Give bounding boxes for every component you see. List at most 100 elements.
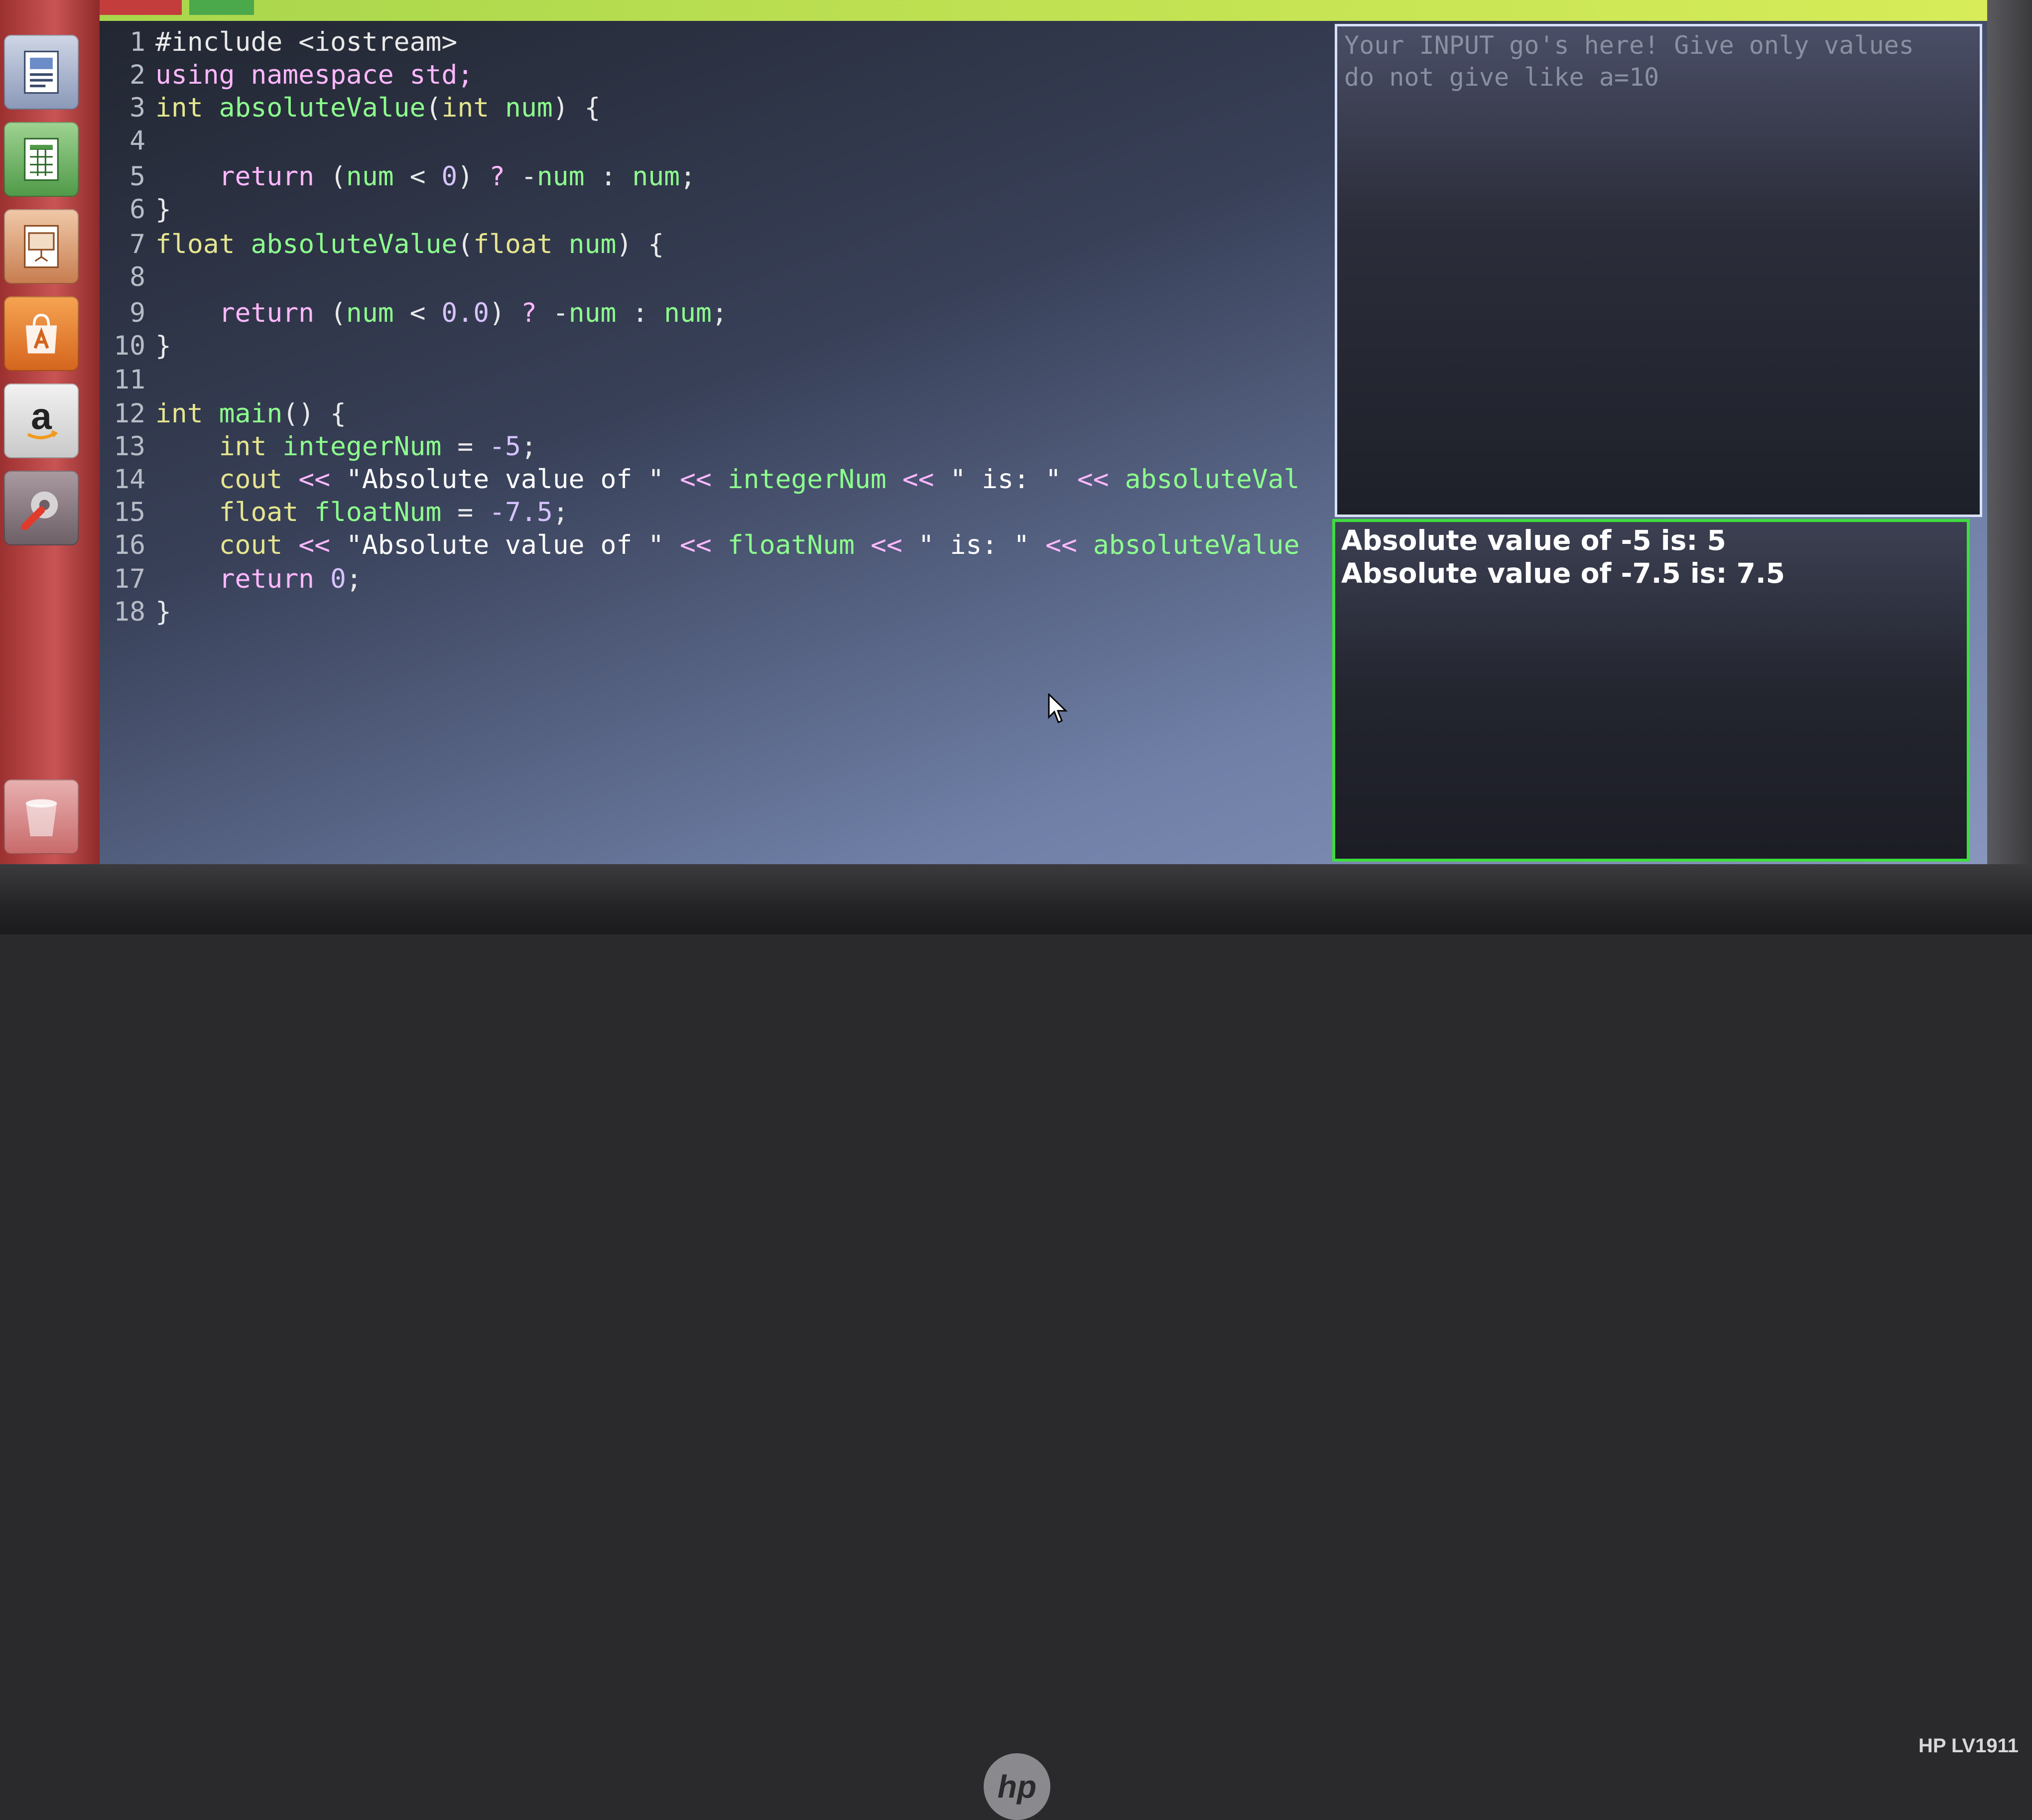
launcher-impress-button[interactable] (4, 209, 79, 284)
code-token: num (664, 298, 712, 328)
input-placeholder-line: do not give like a=10 (1344, 63, 1659, 92)
stdin-input-pane[interactable]: Your INPUT go's here! Give only values d… (1335, 24, 1982, 517)
code-line: 10} (100, 330, 171, 363)
code-token: ; (680, 161, 696, 192)
code-token: < (393, 161, 442, 192)
code-token: ) (457, 161, 490, 192)
code-token: ; (346, 564, 362, 594)
line-number: 3 (129, 93, 145, 123)
launcher-writer-button[interactable] (4, 35, 79, 110)
code-token: () { (282, 398, 346, 429)
window-top-strip (87, 0, 1987, 21)
top-strip-green-tab[interactable] (189, 0, 254, 15)
code-token: int (155, 93, 203, 123)
code-token: << (1029, 530, 1093, 560)
code-token: cout (219, 530, 283, 560)
code-token: int (219, 431, 267, 462)
monitor-bezel-right (1987, 0, 2032, 864)
code-token: main (219, 398, 283, 429)
wrench-gear-icon (21, 491, 58, 530)
mouse-pointer-icon (1048, 693, 1068, 723)
code-token: " is: " (918, 530, 1030, 560)
code-token: } (155, 194, 171, 225)
program-output-pane: Absolute value of -5 is: 5 Absolute valu… (1332, 519, 1970, 862)
code-token: 0 (314, 564, 346, 594)
code-token: ; (520, 431, 537, 462)
code-token: return (219, 298, 315, 328)
hp-logo: hp (984, 1753, 1050, 1820)
code-token: - (505, 161, 537, 192)
code-token: num (552, 229, 617, 260)
code-line: 4 (100, 125, 155, 157)
code-token: floatNum (298, 497, 442, 527)
code-token: int (155, 398, 203, 429)
code-token: << (664, 530, 728, 560)
code-token: int (441, 93, 490, 123)
line-number: 1 (129, 27, 145, 57)
launcher-system-settings-button[interactable] (4, 471, 79, 545)
code-token: << (282, 530, 346, 560)
code-token: << (664, 464, 728, 495)
code-token: ( (314, 298, 346, 328)
trash-icon (25, 799, 57, 836)
amazon-glyph: a (31, 395, 52, 437)
input-placeholder-line: Your INPUT go's here! Give only values (1344, 31, 1914, 60)
code-line: 17 return 0; (100, 563, 362, 596)
code-token: num (536, 161, 585, 192)
code-line: 11 (100, 364, 155, 396)
code-token: << (886, 464, 950, 495)
code-line: 3 int absoluteValue(int num) { (100, 92, 601, 125)
presentation-icon (24, 225, 59, 268)
code-token: absoluteValue (219, 93, 426, 123)
line-number: 18 (114, 597, 145, 627)
document-icon (24, 50, 59, 94)
code-token: 0 (441, 161, 458, 192)
code-token: - (536, 298, 569, 328)
code-token: absoluteValue (251, 229, 458, 260)
code-token: "Absolute value of " (346, 530, 664, 560)
code-editor[interactable]: 1 #include <iostream> 2 using namespace st… (100, 21, 1330, 862)
launcher-calc-button[interactable] (4, 122, 79, 197)
code-line: 9 return (num < 0.0) ? -num : num; (100, 297, 728, 330)
code-token: ? (489, 161, 506, 192)
code-token: < (393, 298, 442, 328)
launcher-trash-button[interactable] (4, 780, 79, 854)
output-line: Absolute value of -7.5 is: 7.5 (1341, 557, 1785, 589)
code-token: integerNum (266, 431, 442, 462)
code-line: 18} (100, 596, 171, 629)
code-token: return (219, 161, 315, 192)
code-token: = (441, 497, 490, 527)
code-line: 7 float absoluteValue(float num) { (100, 228, 664, 261)
line-number: 2 (129, 60, 145, 90)
code-token: = (441, 431, 490, 462)
code-token: float (155, 229, 235, 260)
code-line: 12 int main() { (100, 397, 346, 430)
code-token: } (155, 597, 171, 627)
launcher-amazon-button[interactable]: a (4, 384, 79, 458)
code-token: -5 (489, 431, 521, 462)
shopping-bag-icon (25, 313, 57, 354)
code-token: : (616, 298, 664, 328)
code-token: ) { (552, 93, 601, 123)
monitor-model-label: HP LV1911 (1918, 1735, 2019, 1757)
code-token: float (219, 497, 299, 527)
code-token: ; (711, 298, 728, 328)
code-token: ? (520, 298, 537, 328)
top-strip-red-tab[interactable] (87, 0, 182, 15)
code-token: 0.0 (441, 298, 490, 328)
code-token: integerNum (727, 464, 887, 495)
code-token: ) { (616, 229, 664, 260)
screen: a 1 #include <iostream> 2 using namespace … (0, 0, 1987, 864)
code-token: return (219, 564, 315, 594)
code-token: ; (552, 497, 569, 527)
launcher: a (0, 0, 100, 864)
code-token: num (568, 298, 617, 328)
launcher-software-center-button[interactable] (4, 296, 79, 371)
code-line: 5 return (num < 0) ? -num : num; (100, 160, 696, 193)
line-number: 12 (114, 398, 145, 429)
code-token: << (282, 464, 346, 495)
code-token: num (632, 161, 680, 192)
line-number: 5 (129, 161, 145, 192)
line-number: 7 (129, 229, 145, 260)
code-token: ( (425, 93, 442, 123)
